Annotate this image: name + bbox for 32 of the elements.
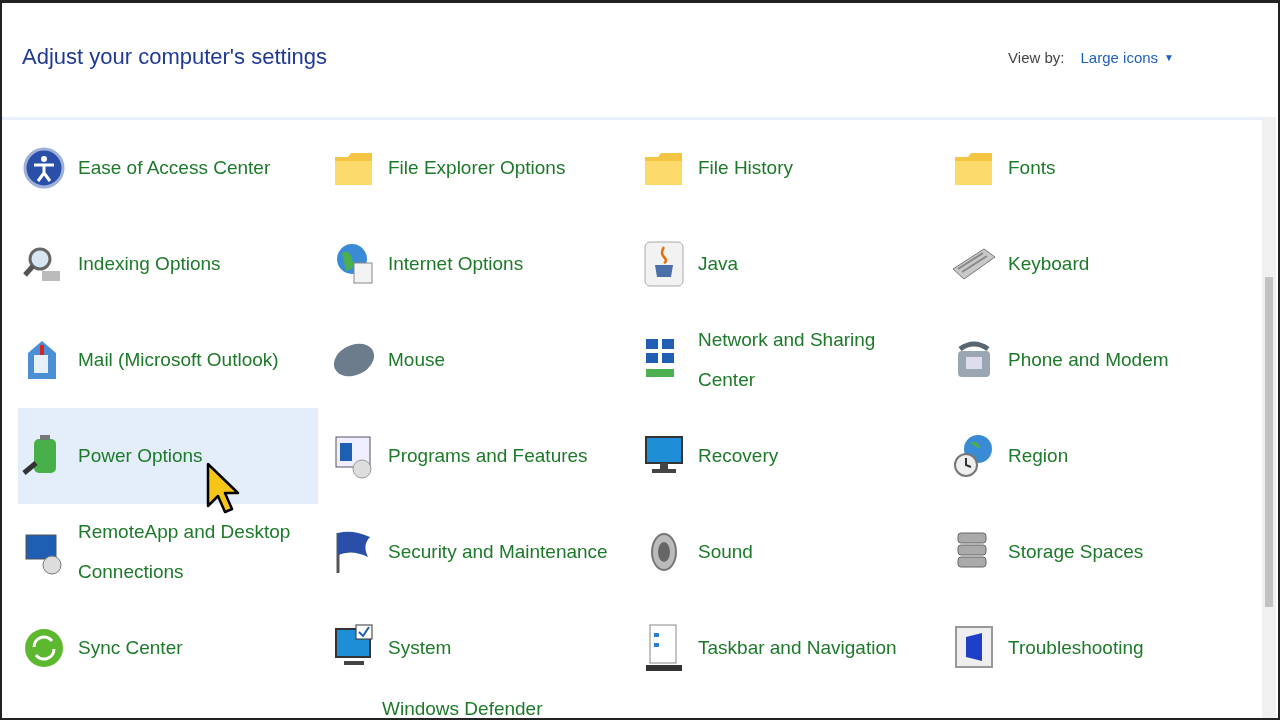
control-panel-item[interactable]: Sync Center	[18, 600, 318, 696]
control-panel-item[interactable]: Phone and Modem	[948, 312, 1248, 408]
control-panel-item[interactable]: Programs and Features	[328, 408, 628, 504]
control-panel-item[interactable]: Mail (Microsoft Outlook)	[18, 312, 318, 408]
control-panel-item[interactable]: Windows Defender	[382, 698, 628, 718]
view-by-label: View by:	[1008, 48, 1065, 66]
control-panel-item[interactable]: Mouse	[328, 312, 628, 408]
control-panel-item[interactable]: Network and Sharing Center	[638, 312, 938, 408]
page-title: Adjust your computer's settings	[22, 44, 327, 70]
control-panel-item[interactable]: Keyboard	[948, 216, 1248, 312]
control-panel-item[interactable]: Java	[638, 216, 938, 312]
control-panel-item[interactable]: File History	[638, 120, 938, 216]
control-panel-item[interactable]: RemoteApp and Desktop Connections	[18, 504, 318, 600]
control-panel-item[interactable]: System	[328, 600, 628, 696]
cup-icon	[642, 239, 686, 289]
control-panel-item[interactable]: Security and Maintenance	[328, 504, 628, 600]
control-panel-item[interactable]: Power Options	[18, 408, 318, 504]
control-panel-item[interactable]: Fonts	[948, 120, 1248, 216]
control-panel-item[interactable]: Recovery	[638, 408, 938, 504]
control-panel-item[interactable]: Taskbar and Navigation	[638, 600, 938, 696]
control-panel-item[interactable]: Sound	[638, 504, 938, 600]
control-panel-item[interactable]: Indexing Options	[18, 216, 318, 312]
control-panel-item[interactable]: Ease of Access Center	[18, 120, 318, 216]
scrollbar[interactable]	[1262, 117, 1276, 718]
scrollbar-thumb[interactable]	[1265, 277, 1273, 607]
control-panel-item[interactable]: Region	[948, 408, 1248, 504]
control-panel-item[interactable]: File Explorer Options	[328, 120, 628, 216]
control-panel-item[interactable]: Storage Spaces	[948, 504, 1248, 600]
control-panel-item[interactable]: Troubleshooting	[948, 600, 1248, 696]
cursor-icon	[206, 462, 240, 514]
control-panel-item[interactable]: Internet Options	[328, 216, 628, 312]
view-by-dropdown[interactable]: Large icons ▼	[1078, 46, 1176, 68]
